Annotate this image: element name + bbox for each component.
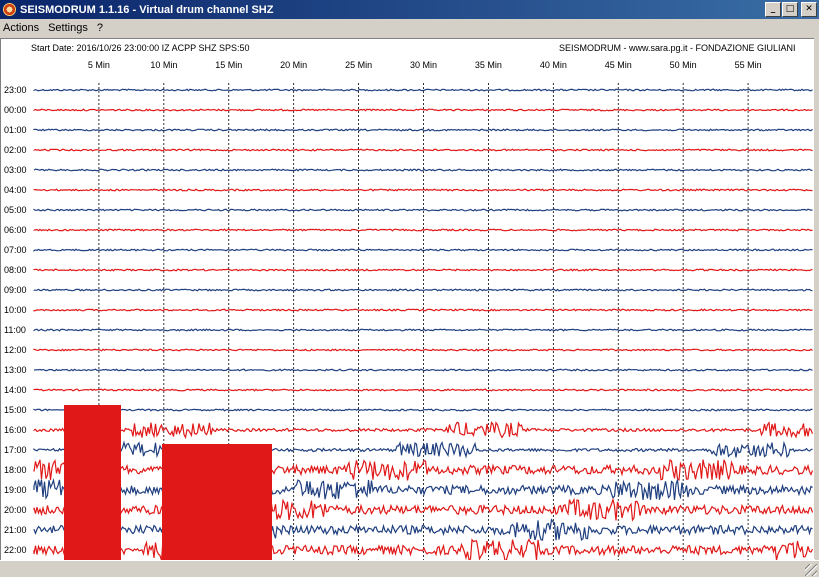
minute-label: 5 Min bbox=[88, 60, 110, 70]
seismic-trace bbox=[33, 388, 813, 392]
window-title: SEISMODRUM 1.1.16 - Virtual drum channel… bbox=[20, 3, 274, 16]
seismic-trace bbox=[33, 408, 813, 412]
app-icon bbox=[3, 3, 16, 16]
menu-bar: Actions Settings ? bbox=[0, 19, 819, 37]
seismic-trace bbox=[33, 288, 813, 292]
minute-label: 30 Min bbox=[410, 60, 437, 70]
hour-label: 03:00 bbox=[4, 165, 27, 175]
minimize-icon[interactable]: _ bbox=[765, 2, 781, 17]
drum-panel: Start Date: 2016/10/26 23:00:00 IZ ACPP … bbox=[0, 38, 815, 560]
hour-label: 11:00 bbox=[4, 325, 26, 335]
minute-label: 10 Min bbox=[150, 60, 177, 70]
hour-label: 06:00 bbox=[4, 225, 27, 235]
title-bar: SEISMODRUM 1.1.16 - Virtual drum channel… bbox=[0, 0, 819, 19]
seismic-trace bbox=[33, 188, 813, 192]
minute-label: 40 Min bbox=[540, 60, 567, 70]
seismic-trace bbox=[33, 268, 813, 272]
vertical-scrollbar[interactable] bbox=[814, 38, 819, 559]
seismic-trace bbox=[33, 308, 813, 312]
seismic-trace bbox=[33, 228, 813, 232]
hour-label: 09:00 bbox=[4, 285, 27, 295]
minute-label: 25 Min bbox=[345, 60, 372, 70]
seismic-trace bbox=[33, 148, 813, 152]
resize-grip-icon[interactable] bbox=[805, 564, 817, 576]
hour-label: 12:00 bbox=[4, 345, 27, 355]
seismic-trace bbox=[33, 208, 813, 212]
seismic-trace bbox=[33, 328, 813, 332]
minute-label: 45 Min bbox=[605, 60, 632, 70]
hour-label: 01:00 bbox=[4, 125, 27, 135]
hour-label: 13:00 bbox=[4, 365, 27, 375]
hour-label: 05:00 bbox=[4, 205, 27, 215]
hour-label: 02:00 bbox=[4, 145, 27, 155]
seismic-trace bbox=[33, 168, 813, 172]
seismogram-drum[interactable]: 5 Min 10 Min 15 Min 20 Min 25 Min 30 Min 35 Mi… bbox=[1, 39, 815, 560]
seismic-trace bbox=[33, 518, 813, 542]
hour-label: 16:00 bbox=[4, 425, 27, 435]
seismic-trace bbox=[33, 458, 814, 481]
seismic-trace bbox=[33, 108, 813, 112]
maximize-icon[interactable]: □ bbox=[782, 2, 798, 17]
seismic-trace bbox=[33, 248, 813, 252]
minute-label: 20 Min bbox=[280, 60, 307, 70]
hour-label: 17:00 bbox=[4, 445, 27, 455]
hour-label: 04:00 bbox=[4, 185, 27, 195]
seismic-trace bbox=[33, 368, 813, 372]
hour-label: 08:00 bbox=[4, 265, 27, 275]
hour-label: 00:00 bbox=[4, 105, 27, 115]
minute-label: 15 Min bbox=[215, 60, 242, 70]
menu-actions[interactable]: Actions bbox=[0, 22, 45, 34]
hour-label: 20:00 bbox=[4, 505, 27, 515]
seismic-trace bbox=[33, 348, 813, 352]
hour-label: 21:00 bbox=[4, 525, 27, 535]
seismic-burst bbox=[162, 444, 272, 560]
close-icon[interactable]: ✕ bbox=[801, 2, 817, 17]
seismic-burst bbox=[64, 405, 121, 560]
hour-label: 15:00 bbox=[4, 405, 27, 415]
hour-label: 14:00 bbox=[4, 385, 27, 395]
minute-label: 35 Min bbox=[475, 60, 502, 70]
seismic-trace bbox=[33, 497, 814, 522]
seismic-trace bbox=[33, 88, 813, 92]
hour-label: 07:00 bbox=[4, 245, 27, 255]
status-bar bbox=[0, 560, 819, 577]
hour-label: 18:00 bbox=[4, 465, 27, 475]
hour-label: 10:00 bbox=[4, 305, 27, 315]
minute-label: 55 Min bbox=[735, 60, 762, 70]
hour-label: 23:00 bbox=[4, 85, 27, 95]
menu-help[interactable]: ? bbox=[94, 22, 109, 34]
menu-settings[interactable]: Settings bbox=[45, 22, 94, 34]
hour-label: 22:00 bbox=[4, 545, 27, 555]
seismic-trace bbox=[33, 128, 813, 132]
minute-label: 50 Min bbox=[670, 60, 697, 70]
hour-label: 19:00 bbox=[4, 485, 27, 495]
